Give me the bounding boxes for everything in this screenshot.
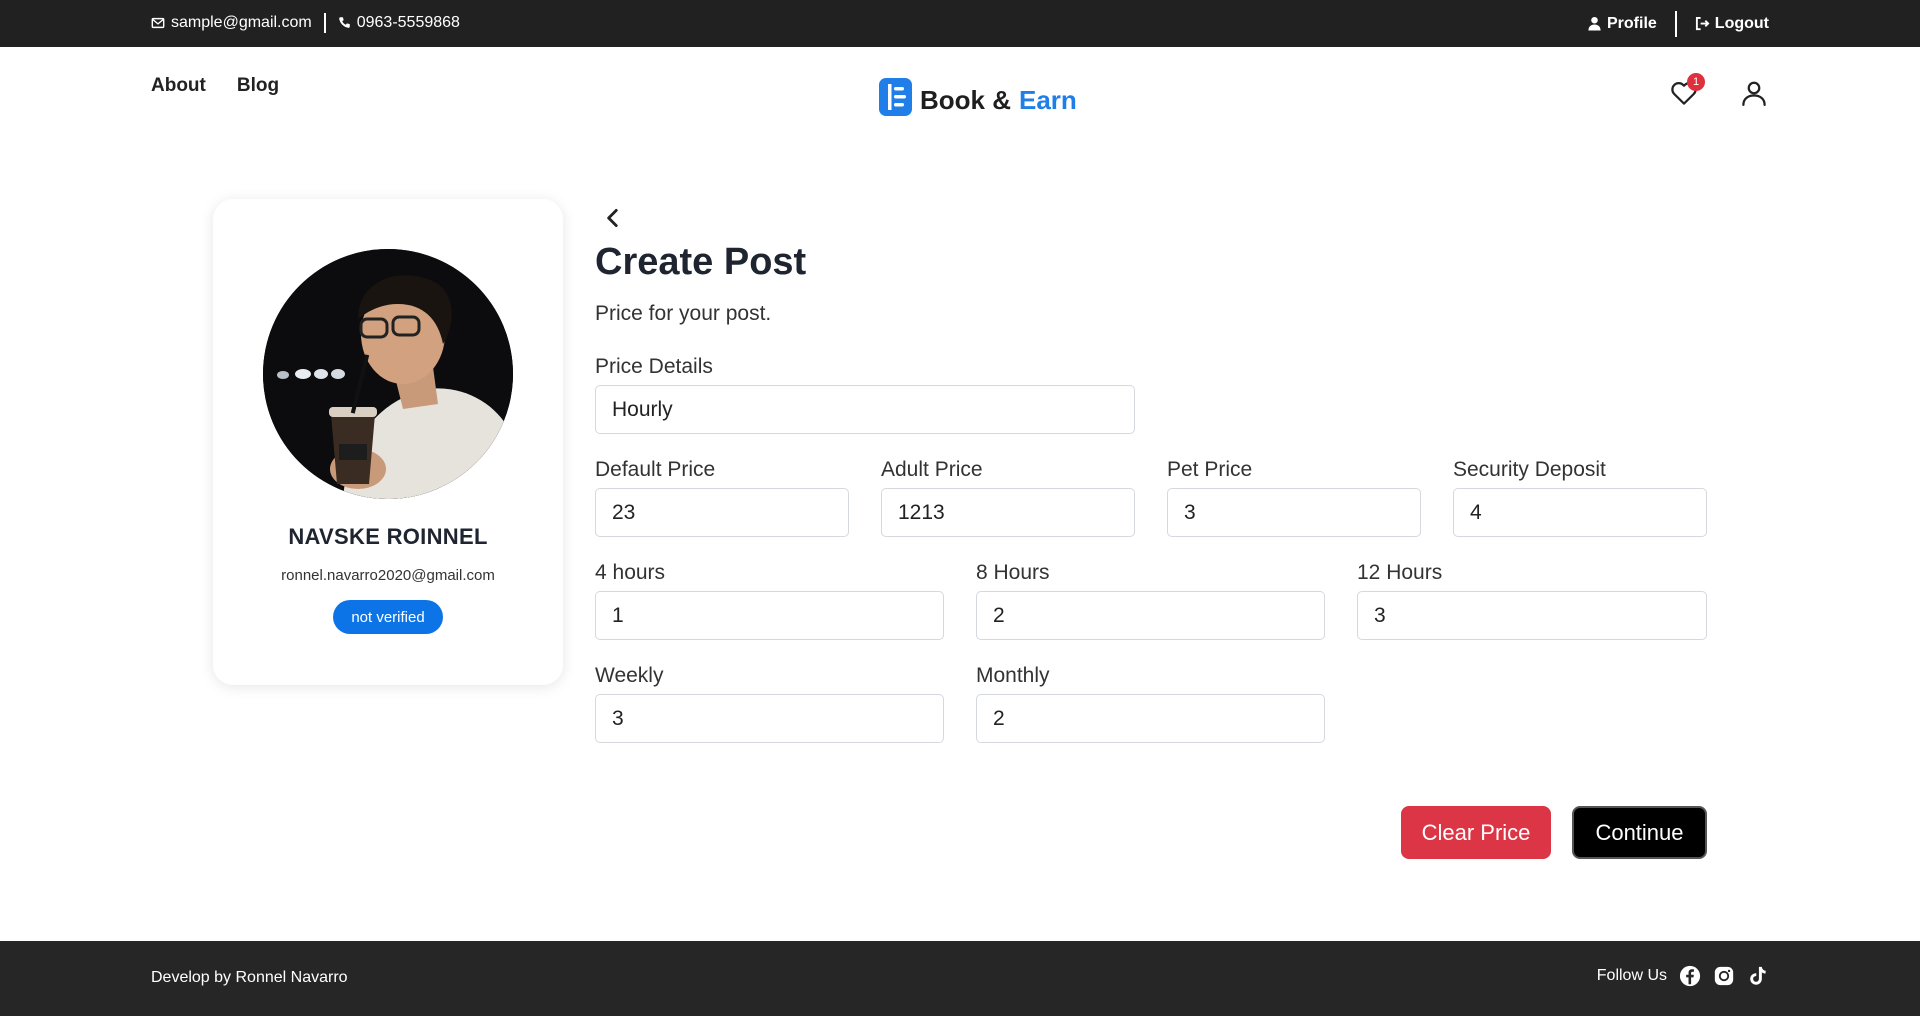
- weekly-label: Weekly: [595, 664, 664, 687]
- weekly-field: Weekly 3: [595, 663, 944, 743]
- price-details-label: Price Details: [595, 355, 713, 378]
- avatar: [263, 249, 513, 499]
- logout-link-label: Logout: [1714, 14, 1769, 32]
- user-account-icon[interactable]: [1739, 78, 1769, 108]
- nav-link-about[interactable]: About: [151, 75, 206, 97]
- nav-links: About Blog: [151, 75, 279, 97]
- monthly-label: Monthly: [976, 664, 1050, 687]
- nav-icons: 1: [1669, 73, 1769, 108]
- facebook-icon[interactable]: [1679, 965, 1701, 987]
- price-details-input[interactable]: Hourly: [595, 385, 1135, 434]
- footer-credit: Develop by Ronnel Navarro: [151, 969, 348, 986]
- follow-us-label: Follow Us: [1596, 967, 1667, 984]
- wishlist-button[interactable]: 1: [1669, 73, 1705, 108]
- envelope-icon: [151, 16, 165, 30]
- back-button[interactable]: [600, 205, 626, 231]
- pet-price-label: Pet Price: [1167, 458, 1253, 481]
- adult-price-label: Adult Price: [881, 458, 983, 481]
- hours-12-field: 12 Hours 3: [1357, 560, 1707, 640]
- default-price-field: Default Price 23: [595, 457, 849, 537]
- monthly-field: Monthly 2: [976, 663, 1325, 743]
- page-subtitle: Price for your post.: [595, 302, 772, 325]
- top-contact-bar: sample@gmail.com 0963-5559868 Profile Lo…: [0, 0, 1920, 47]
- hours-12-input[interactable]: 3: [1357, 591, 1707, 640]
- continue-button[interactable]: Continue: [1572, 806, 1707, 859]
- brand-name-part1: Book &: [920, 85, 1011, 115]
- security-deposit-field: Security Deposit 4: [1453, 457, 1707, 537]
- profile-link[interactable]: Profile: [1587, 15, 1657, 33]
- main-navbar: About Blog Book & Earn 1: [0, 47, 1920, 147]
- price-details-field: Price Details Hourly: [595, 354, 1135, 434]
- security-deposit-label: Security Deposit: [1453, 458, 1606, 481]
- divider: [323, 12, 326, 33]
- divider: [1674, 10, 1677, 37]
- contact-email: sample@gmail.com: [151, 14, 312, 32]
- profile-name: NAVSKE ROINNEL: [288, 524, 488, 549]
- tiktok-icon[interactable]: [1747, 965, 1769, 987]
- instagram-icon[interactable]: [1713, 965, 1735, 987]
- hours-12-label: 12 Hours: [1357, 561, 1443, 584]
- default-price-input[interactable]: 23: [595, 488, 849, 537]
- hours-4-label: 4 hours: [595, 561, 666, 584]
- nav-link-blog[interactable]: Blog: [237, 75, 279, 97]
- profile-link-label: Profile: [1607, 14, 1657, 32]
- heart-icon: [1669, 82, 1699, 112]
- contact-info: sample@gmail.com 0963-5559868: [151, 0, 460, 45]
- page-title: Create Post: [595, 241, 807, 283]
- brand-name-part2: Earn: [1019, 85, 1077, 115]
- footer: Develop by Ronnel Navarro Follow Us: [0, 941, 1920, 1016]
- logout-icon: [1695, 16, 1710, 31]
- wishlist-count-badge: 1: [1687, 73, 1705, 91]
- contact-phone: 0963-5559868: [338, 14, 460, 32]
- weekly-input[interactable]: 3: [595, 694, 944, 743]
- hours-4-input[interactable]: 1: [595, 591, 944, 640]
- clear-price-button[interactable]: Clear Price: [1401, 806, 1551, 859]
- adult-price-input[interactable]: 1213: [881, 488, 1135, 537]
- verification-status-badge: not verified: [333, 600, 443, 634]
- hours-8-field: 8 Hours 2: [976, 560, 1325, 640]
- contact-email-text: sample@gmail.com: [171, 13, 312, 31]
- profile-email: ronnel.navarro2020@gmail.com: [281, 567, 495, 584]
- default-price-label: Default Price: [595, 458, 716, 481]
- account-links: Profile Logout: [1587, 0, 1769, 47]
- hours-8-input[interactable]: 2: [976, 591, 1325, 640]
- hours-8-label: 8 Hours: [976, 561, 1050, 584]
- pet-price-input[interactable]: 3: [1167, 488, 1421, 537]
- phone-icon: [338, 16, 351, 29]
- security-deposit-input[interactable]: 4: [1453, 488, 1707, 537]
- brand-mark-icon: [879, 78, 912, 123]
- logout-link[interactable]: Logout: [1695, 15, 1769, 33]
- profile-card: NAVSKE ROINNEL ronnel.navarro2020@gmail.…: [213, 199, 563, 685]
- hours-4-field: 4 hours 1: [595, 560, 944, 640]
- contact-phone-text: 0963-5559868: [356, 13, 460, 31]
- social-links: Follow Us: [1597, 965, 1769, 987]
- person-icon: [1587, 16, 1602, 31]
- adult-price-field: Adult Price 1213: [881, 457, 1135, 537]
- pet-price-field: Pet Price 3: [1167, 457, 1421, 537]
- monthly-input[interactable]: 2: [976, 694, 1325, 743]
- brand-logo[interactable]: Book & Earn: [879, 78, 1077, 123]
